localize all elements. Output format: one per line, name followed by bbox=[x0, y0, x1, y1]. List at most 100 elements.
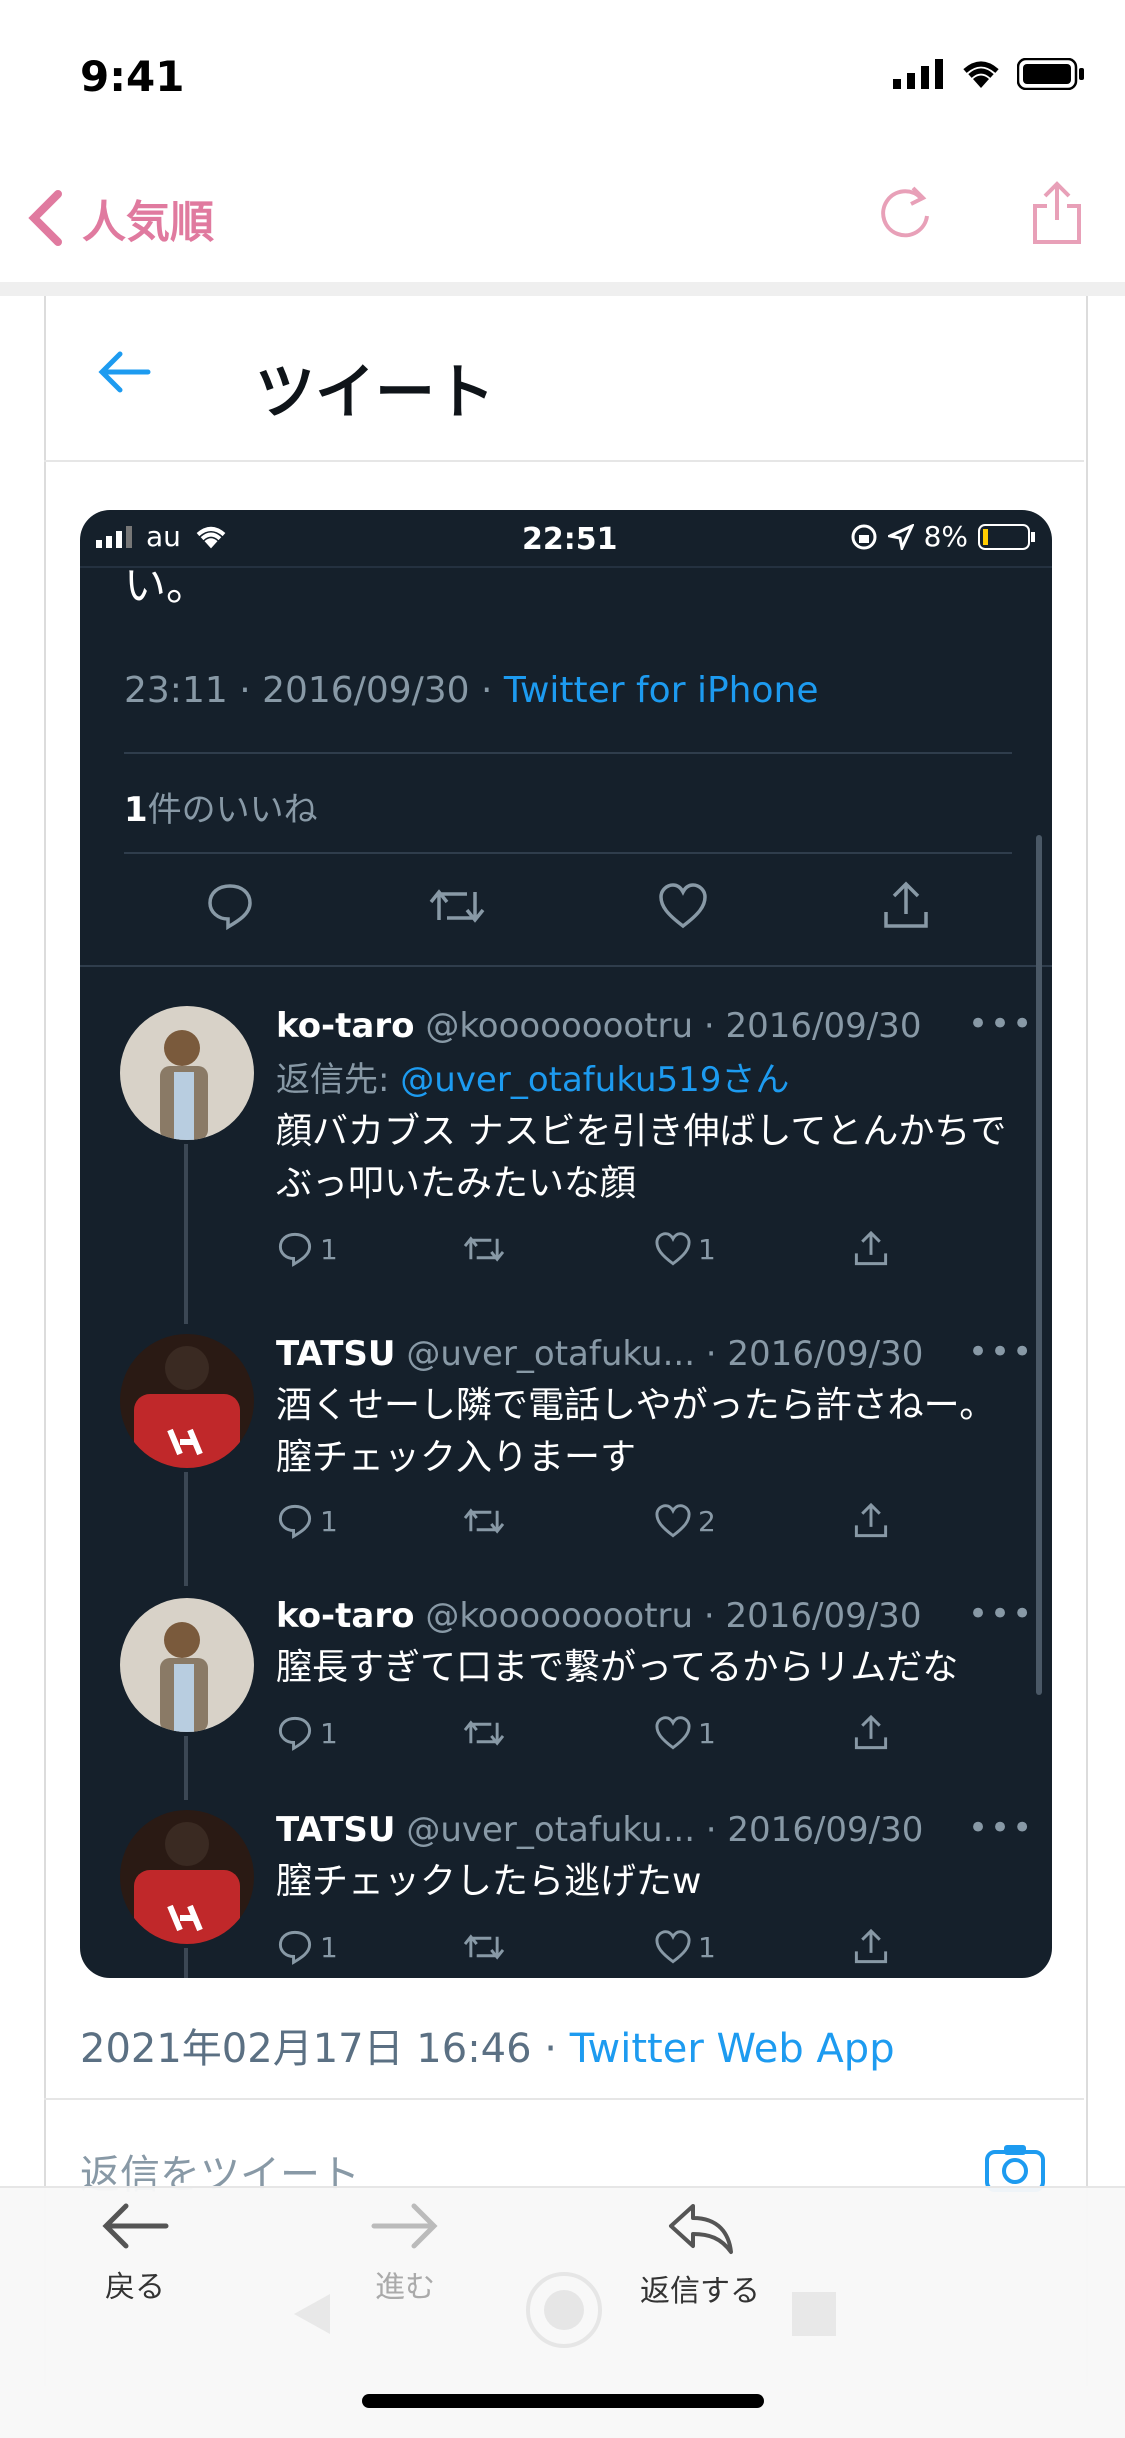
share-icon bbox=[854, 1714, 888, 1750]
share-action[interactable] bbox=[852, 1928, 890, 1966]
like-action[interactable]: 1 bbox=[654, 1928, 716, 1966]
like-action[interactable]: 1 bbox=[654, 1230, 716, 1268]
embedded-carrier: au bbox=[96, 520, 229, 553]
chevron-left-icon bbox=[28, 190, 62, 246]
back-toolbar-label: 戻る bbox=[105, 2270, 165, 2305]
reply-action[interactable]: 1 bbox=[276, 1714, 338, 1752]
page-title: ツイート bbox=[255, 358, 495, 428]
like-action[interactable]: 1 bbox=[654, 1714, 716, 1752]
posted-source-link[interactable]: Twitter Web App bbox=[570, 2026, 895, 2072]
avatar[interactable] bbox=[120, 1810, 254, 1944]
avatar-image bbox=[120, 1598, 254, 1732]
play-back-icon bbox=[294, 2294, 330, 2334]
reply-header: ko-taro @kooooooootru · 2016/09/30 bbox=[276, 1596, 921, 1636]
divider bbox=[44, 2098, 1084, 2100]
reply-text: 膣チェックしたら逃げたw bbox=[276, 1861, 702, 1902]
reply-action[interactable]: 1 bbox=[276, 1928, 338, 1966]
like-count: 2 bbox=[698, 1504, 716, 1538]
tweet-meta: 23:11 · 2016/09/30 · Twitter for iPhone bbox=[124, 670, 818, 711]
like-icon[interactable] bbox=[657, 880, 709, 932]
thread-line bbox=[184, 1736, 188, 1800]
thread-line bbox=[184, 1144, 188, 1324]
share-icon[interactable] bbox=[880, 880, 932, 932]
retweet-icon[interactable] bbox=[427, 880, 487, 932]
reply-tweet[interactable]: ko-taro @kooooooootru · 2016/09/30 ••• 膣… bbox=[80, 1586, 1052, 1800]
avatar[interactable] bbox=[120, 1334, 254, 1468]
more-icon[interactable]: ••• bbox=[968, 1808, 1034, 1848]
reply-header: TATSU @uver_otafuku... · 2016/09/30 bbox=[276, 1810, 923, 1850]
reply-icon[interactable] bbox=[204, 880, 256, 932]
divider bbox=[80, 965, 1052, 967]
divider bbox=[124, 752, 1012, 754]
user-name[interactable]: ko-taro bbox=[276, 1596, 415, 1636]
back-button[interactable]: 人気順 bbox=[24, 186, 214, 250]
user-name[interactable]: ko-taro bbox=[276, 1006, 415, 1046]
reply-tweet[interactable]: TATSU @uver_otafuku... · 2016/09/30 ••• … bbox=[80, 1324, 1052, 1586]
user-handle[interactable]: @kooooooootru · 2016/09/30 bbox=[425, 1596, 921, 1636]
reply-to-label: 返信先: bbox=[276, 1060, 401, 1100]
like-icon bbox=[655, 1716, 691, 1750]
user-handle[interactable]: @uver_otafuku... · 2016/09/30 bbox=[406, 1334, 923, 1374]
divider bbox=[124, 852, 1012, 854]
more-icon[interactable]: ••• bbox=[968, 1594, 1034, 1634]
more-icon[interactable]: ••• bbox=[968, 1004, 1034, 1044]
share-action[interactable] bbox=[852, 1714, 890, 1752]
reply-toolbar-button[interactable]: 返信する bbox=[640, 2200, 760, 2310]
avatar-image bbox=[120, 1810, 254, 1944]
reply-header: ko-taro @kooooooootru · 2016/09/30 bbox=[276, 1006, 921, 1046]
more-icon[interactable]: ••• bbox=[968, 1332, 1034, 1372]
share-icon bbox=[854, 1502, 888, 1538]
reply-to-handle[interactable]: @uver_otafuku519さん bbox=[400, 1060, 789, 1100]
avatar[interactable] bbox=[120, 1598, 254, 1732]
reload-icon[interactable] bbox=[877, 180, 933, 240]
retweet-action[interactable] bbox=[462, 1502, 506, 1540]
like-action[interactable]: 2 bbox=[654, 1502, 716, 1540]
reply-action[interactable]: 1 bbox=[276, 1230, 338, 1268]
like-count: 1 bbox=[698, 1232, 716, 1266]
user-name[interactable]: TATSU bbox=[276, 1810, 396, 1850]
arrow-left-icon[interactable] bbox=[98, 350, 152, 394]
like-icon bbox=[655, 1232, 691, 1266]
retweet-action[interactable] bbox=[462, 1928, 506, 1966]
back-toolbar-button[interactable]: 戻る bbox=[100, 2200, 170, 2306]
retweet-action[interactable] bbox=[462, 1714, 506, 1752]
posted-date: 2021年02月17日 16:46 · bbox=[80, 2026, 570, 2072]
like-count: 1 bbox=[698, 1930, 716, 1964]
back-label: 人気順 bbox=[82, 197, 214, 248]
thread-line bbox=[184, 1948, 188, 1978]
avatar[interactable] bbox=[120, 1006, 254, 1140]
nav-actions bbox=[877, 180, 1085, 246]
embedded-time: 22:51 bbox=[522, 522, 618, 557]
tweet-time: 23:11 · 2016/09/30 · bbox=[124, 670, 504, 711]
user-handle[interactable]: @uver_otafuku... · 2016/09/30 bbox=[406, 1810, 923, 1850]
reply-tweet[interactable]: ko-taro @kooooooootru · 2016/09/30 ••• 返… bbox=[80, 994, 1052, 1324]
reply-actions: 1 1 bbox=[276, 1714, 996, 1758]
wifi-icon bbox=[963, 61, 999, 88]
reply-tweet[interactable]: TATSU @uver_otafuku... · 2016/09/30 ••• … bbox=[80, 1800, 1052, 1978]
share-icon bbox=[854, 1928, 888, 1964]
reply-action[interactable]: 1 bbox=[276, 1502, 338, 1540]
reply-text: 顔バカブス ナスビを引き伸ばしてとんかちでぶっ叩いたみたいな顔 bbox=[276, 1111, 1007, 1204]
share-action[interactable] bbox=[852, 1502, 890, 1540]
reply-count: 1 bbox=[320, 1716, 338, 1750]
thread-line bbox=[184, 1472, 188, 1586]
status-icons bbox=[893, 58, 1085, 90]
truncated-tweet-text: い。 bbox=[124, 561, 209, 610]
tweet-source-link[interactable]: Twitter for iPhone bbox=[504, 670, 819, 711]
tweet-action-bar bbox=[124, 880, 1012, 950]
share-action[interactable] bbox=[852, 1230, 890, 1268]
forward-toolbar-button[interactable]: 進む bbox=[370, 2200, 440, 2306]
like-icon bbox=[655, 1930, 691, 1964]
retweet-action[interactable] bbox=[462, 1230, 506, 1268]
rotation-lock-icon bbox=[851, 524, 877, 549]
user-handle[interactable]: @kooooooootru · 2016/09/30 bbox=[425, 1006, 921, 1046]
share-icon bbox=[854, 1230, 888, 1266]
reply-actions: 1 1 bbox=[276, 1928, 996, 1972]
user-name[interactable]: TATSU bbox=[276, 1334, 396, 1374]
avatar-image bbox=[120, 1006, 254, 1140]
reply-header: TATSU @uver_otafuku... · 2016/09/30 bbox=[276, 1334, 923, 1374]
reply-arrow-icon bbox=[669, 2204, 733, 2254]
battery-icon bbox=[1017, 58, 1084, 90]
share-icon[interactable] bbox=[1029, 180, 1085, 246]
likes-summary[interactable]: 1件のいいね bbox=[124, 782, 318, 831]
